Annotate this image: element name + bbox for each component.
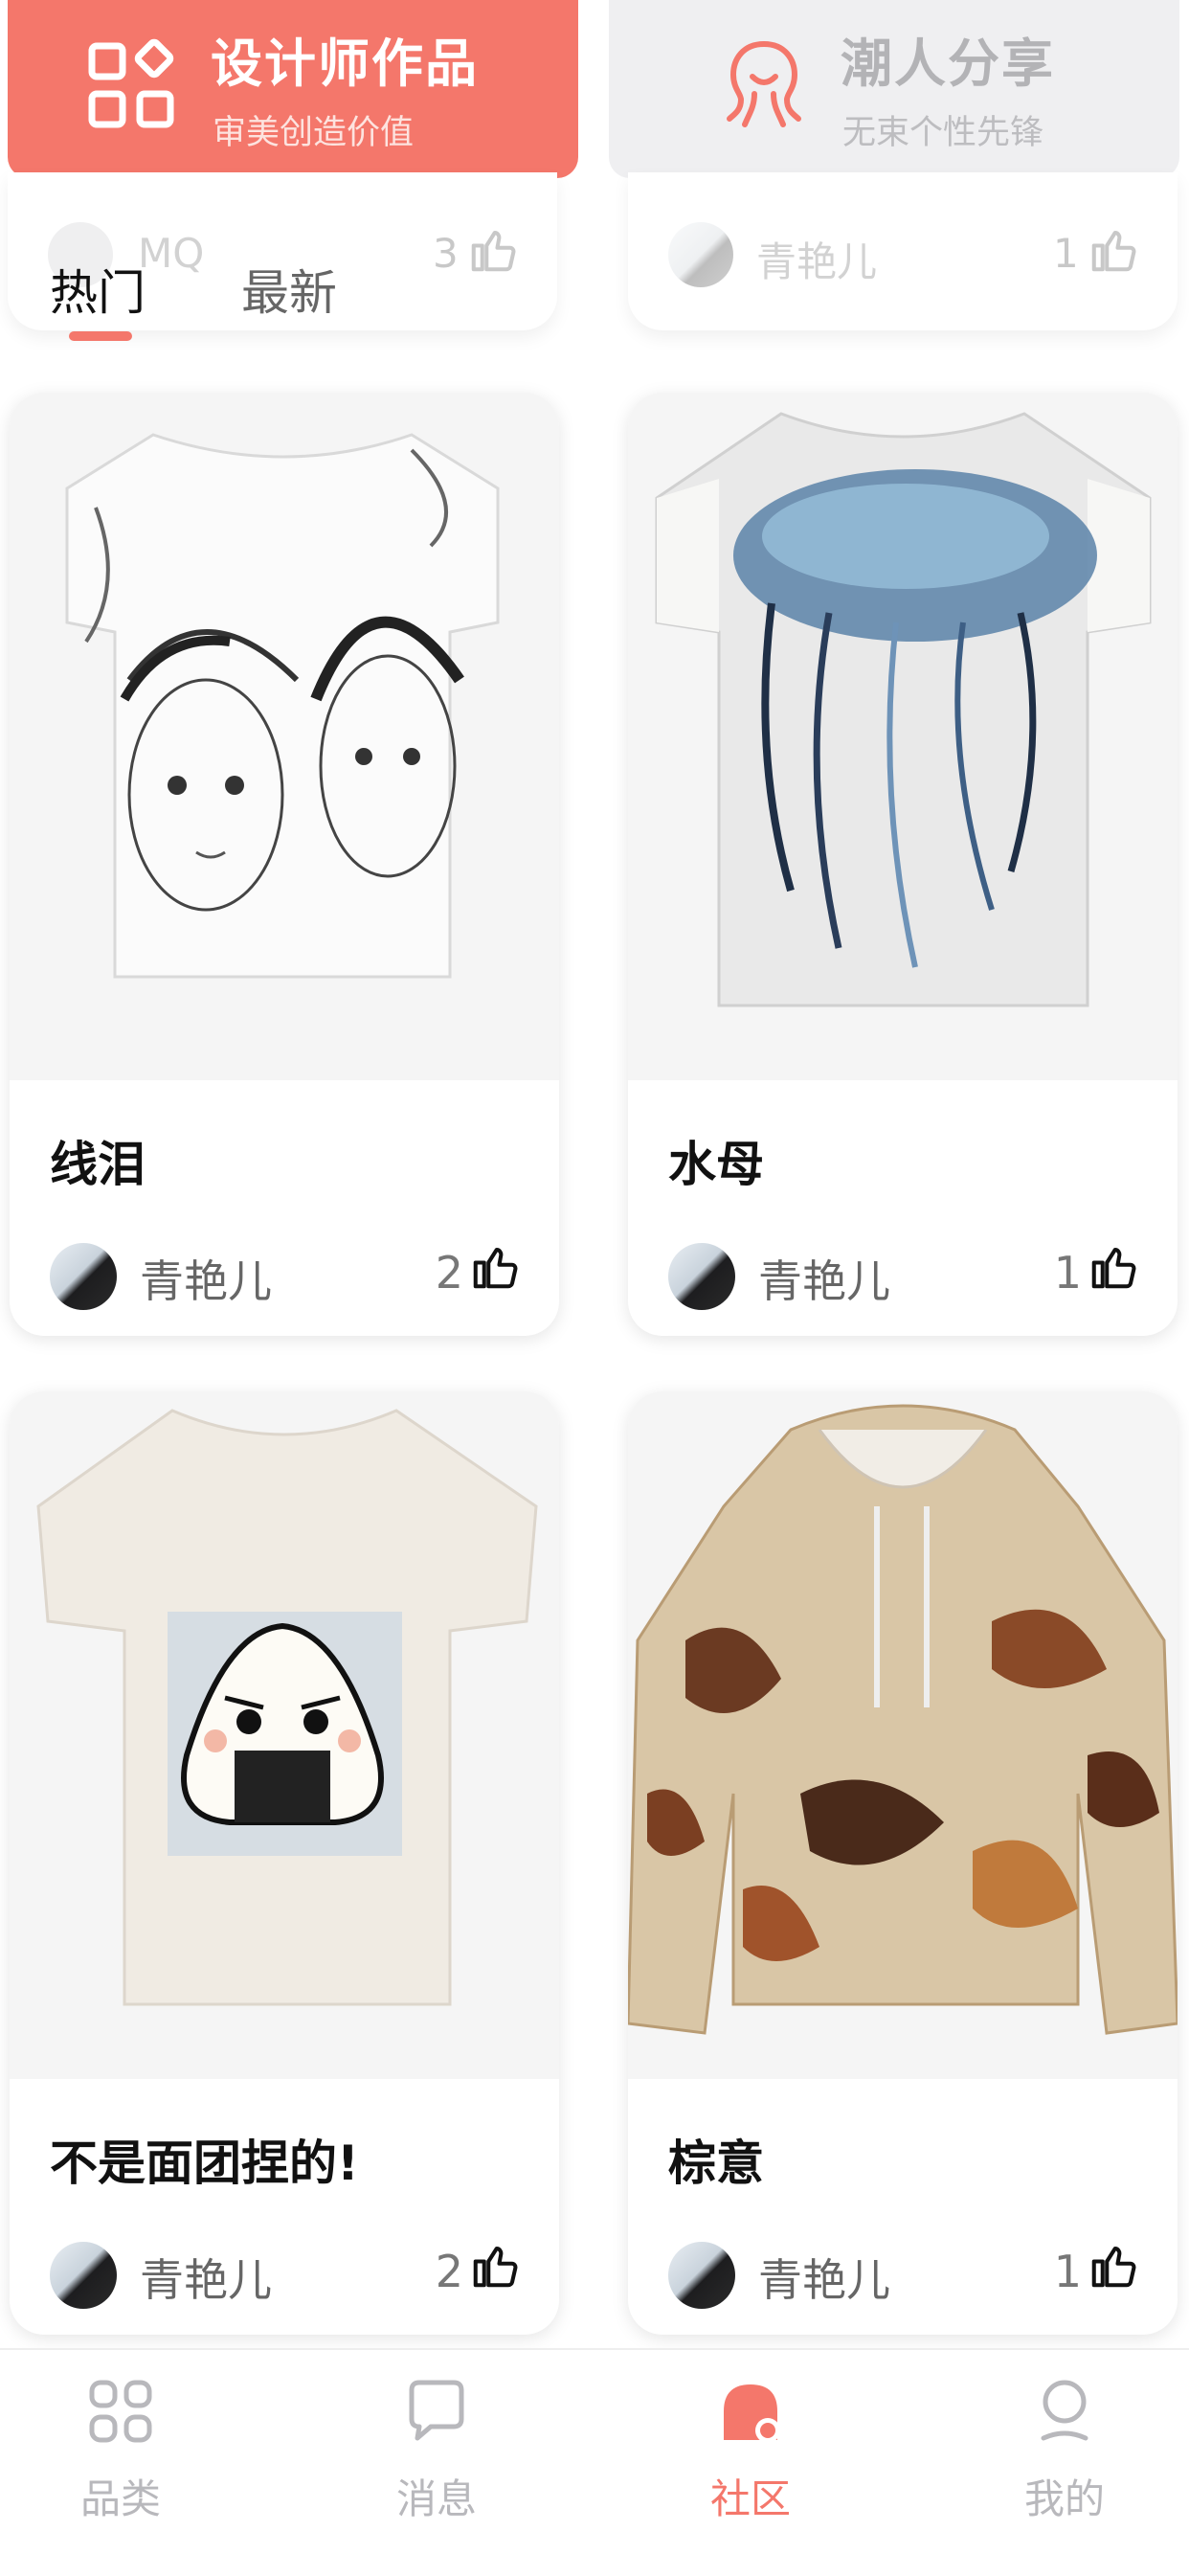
bottom-nav: 品类 消息 社区 我的 <box>0 2348 1189 2576</box>
product-title: 线泪 <box>50 1137 146 1192</box>
avatar <box>50 2242 117 2309</box>
category-icon <box>89 2380 152 2443</box>
nav-item-profile[interactable]: 我的 <box>969 2367 1160 2540</box>
product-card[interactable]: 不是面团捏的! 青艳儿 2 <box>10 1391 559 2335</box>
peek-likes: 3 <box>433 230 459 277</box>
product-image <box>628 1391 1178 2079</box>
like-count: 2 <box>435 2246 463 2297</box>
tshirt-onigiri-image <box>36 1409 538 2006</box>
nav-label: 我的 <box>1023 2475 1105 2522</box>
nav-label: 品类 <box>79 2475 161 2522</box>
product-image <box>628 393 1178 1080</box>
profile-icon <box>1041 2380 1088 2441</box>
avatar <box>668 222 733 287</box>
nav-item-category[interactable]: 品类 <box>25 2367 216 2540</box>
tshirt-sketch-image <box>65 433 500 979</box>
message-icon <box>409 2380 464 2441</box>
avatar <box>668 1243 735 1310</box>
nav-label: 消息 <box>395 2475 477 2522</box>
product-image <box>10 1391 559 2079</box>
thumbs-up-icon[interactable] <box>1088 1241 1139 1293</box>
product-title: 棕意 <box>668 2135 764 2191</box>
product-title: 不是面团捏的! <box>50 2135 359 2191</box>
like-count: 1 <box>1053 1247 1082 1299</box>
peek-author: 青艳儿 <box>756 238 878 285</box>
thumbs-up-icon <box>471 230 516 272</box>
author-name: 青艳儿 <box>758 2254 890 2306</box>
product-card[interactable]: 线泪 青艳儿 2 <box>10 393 559 1336</box>
product-card[interactable]: 棕意 青艳儿 1 <box>628 1391 1178 2335</box>
thumbs-up-icon[interactable] <box>1088 2240 1139 2292</box>
category-card-designer[interactable]: 设计师作品 审美创造价值 <box>8 0 578 178</box>
category-title: 设计师作品 <box>211 34 479 94</box>
like-count: 1 <box>1053 2246 1082 2297</box>
category-subtitle: 无束个性先锋 <box>842 114 1044 152</box>
product-image <box>10 393 559 1080</box>
thumbs-up-icon[interactable] <box>469 1241 521 1293</box>
peek-author: MQ <box>138 230 205 277</box>
grid-icon <box>88 38 174 128</box>
category-title: 潮人分享 <box>841 34 1055 94</box>
author-name: 青艳儿 <box>140 1255 272 1307</box>
nav-label: 社区 <box>709 2475 791 2522</box>
avatar <box>50 1243 117 1310</box>
tab-latest[interactable]: 最新 <box>241 255 337 324</box>
tshirt-jellyfish-image <box>655 412 1152 1007</box>
octopus-icon <box>727 41 801 127</box>
thumbs-up-icon[interactable] <box>469 2240 521 2292</box>
like-count: 2 <box>435 1247 463 1299</box>
product-card[interactable]: 水母 青艳儿 1 <box>628 393 1178 1336</box>
category-subtitle: 审美创造价值 <box>213 114 415 152</box>
category-card-trend[interactable]: 潮人分享 无束个性先锋 <box>609 0 1179 178</box>
nav-item-community[interactable]: 社区 <box>655 2367 846 2540</box>
tab-hot[interactable]: 热门 <box>50 255 146 324</box>
product-title: 水母 <box>668 1137 764 1192</box>
tab-indicator <box>69 331 132 341</box>
peek-likes: 1 <box>1053 230 1079 277</box>
avatar <box>668 2242 735 2309</box>
nav-item-messages[interactable]: 消息 <box>341 2367 532 2540</box>
thumbs-up-icon <box>1091 230 1136 272</box>
author-name: 青艳儿 <box>140 2254 272 2306</box>
community-icon <box>724 2384 780 2443</box>
author-name: 青艳儿 <box>758 1255 890 1307</box>
hoodie-pattern-image <box>628 1404 1178 2035</box>
